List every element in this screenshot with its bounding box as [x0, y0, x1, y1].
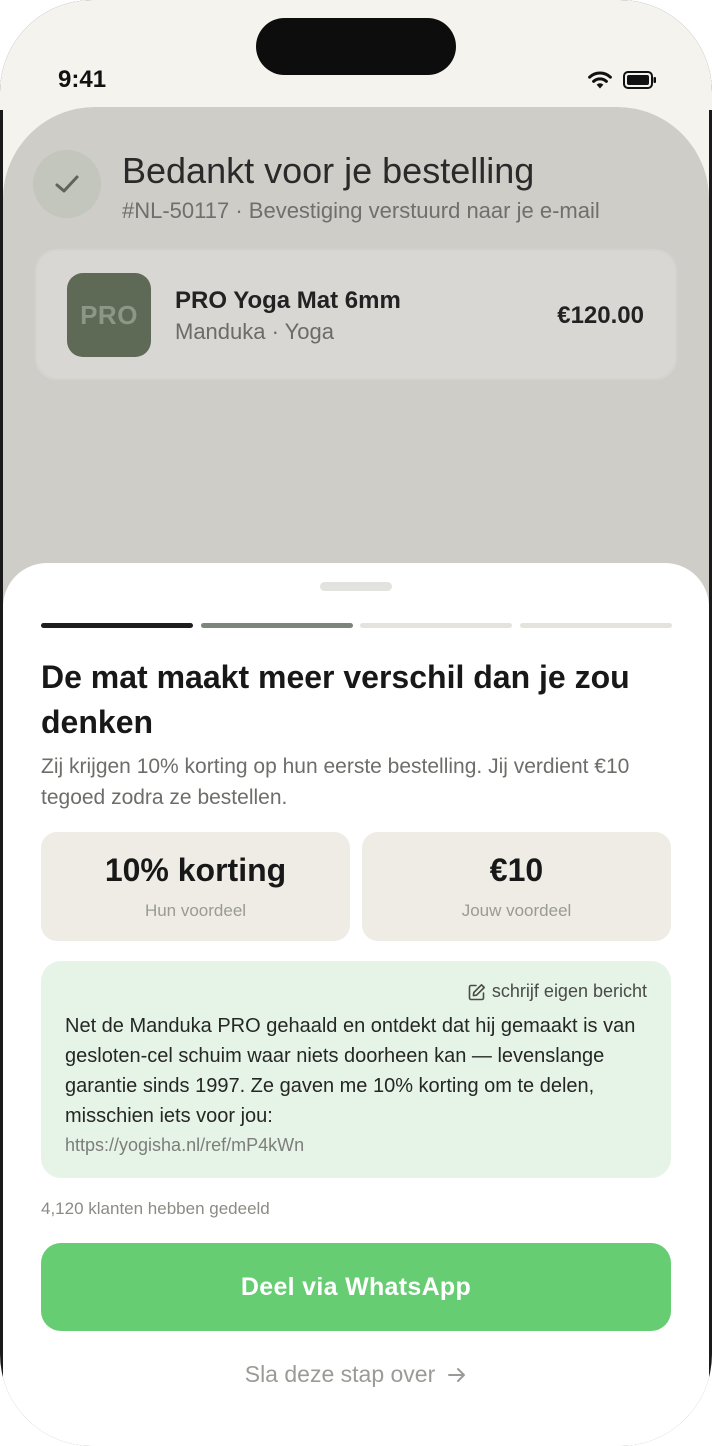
progress-step-4: [520, 623, 672, 628]
product-meta: Manduka · Yoga: [175, 319, 335, 344]
edit-icon: [468, 983, 485, 1000]
dynamic-island: [256, 18, 456, 75]
referral-link[interactable]: https://yogisha.nl/ref/mP4kWn: [65, 1135, 304, 1156]
status-bar: 9:41: [0, 0, 712, 110]
confirmation-title: Bedankt voor je bestelling: [122, 150, 535, 191]
share-whatsapp-button[interactable]: Deel via WhatsApp: [41, 1243, 671, 1331]
benefit-value: 10% korting: [104, 852, 287, 888]
share-message-box[interactable]: schrijf eigen bericht Net de Manduka PRO…: [41, 961, 671, 1178]
benefit-label: Jouw voordeel: [461, 901, 572, 920]
product-name: PRO Yoga Mat 6mm: [175, 287, 401, 314]
benefit-value: €10: [489, 852, 544, 888]
skip-step-link[interactable]: Sla deze stap over: [3, 1361, 709, 1388]
skip-step-label: Sla deze stap over: [244, 1361, 436, 1387]
step-progress: [41, 623, 672, 629]
order-item-card: PRO PRO Yoga Mat 6mm Manduka · Yoga €120…: [35, 249, 677, 380]
benefit-card-their: 10% korting Hun voordeel: [41, 832, 350, 941]
battery-icon: [623, 71, 656, 89]
benefit-card-your: €10 Jouw voordeel: [362, 832, 671, 941]
product-thumbnail: PRO: [67, 273, 151, 357]
shared-count: 4,120 klanten hebben gedeeld: [41, 1199, 270, 1218]
benefit-label: Hun voordeel: [144, 901, 247, 920]
referral-subtext: Zij krijgen 10% korting op hun eerste be…: [41, 755, 630, 809]
confirmation-subtitle: #NL-50117 · Bevestiging verstuurd naar j…: [122, 198, 600, 223]
edit-message-link[interactable]: schrijf eigen bericht: [468, 981, 647, 1002]
progress-step-3: [360, 623, 512, 628]
sheet-grabber[interactable]: [320, 582, 392, 591]
phone-frame: 9:41 Bedankt voor je bestelling #NL-5011…: [0, 0, 712, 1446]
referral-bottom-sheet: De mat maakt meer verschil dan je zou de…: [3, 563, 709, 1446]
check-icon: [55, 175, 79, 193]
product-price: €120.00: [557, 302, 644, 329]
progress-step-1: [41, 623, 193, 628]
arrow-right-icon: [448, 1367, 466, 1382]
referral-headline: De mat maakt meer verschil dan je zou de…: [41, 659, 630, 740]
status-time: 9:41: [58, 66, 107, 93]
progress-step-2: [201, 623, 353, 628]
share-message-text: Net de Manduka PRO gehaald en ontdekt da…: [65, 1015, 636, 1127]
edit-message-label: schrijf eigen bericht: [491, 981, 647, 1001]
check-badge: [33, 150, 101, 218]
wifi-icon: [588, 71, 612, 89]
